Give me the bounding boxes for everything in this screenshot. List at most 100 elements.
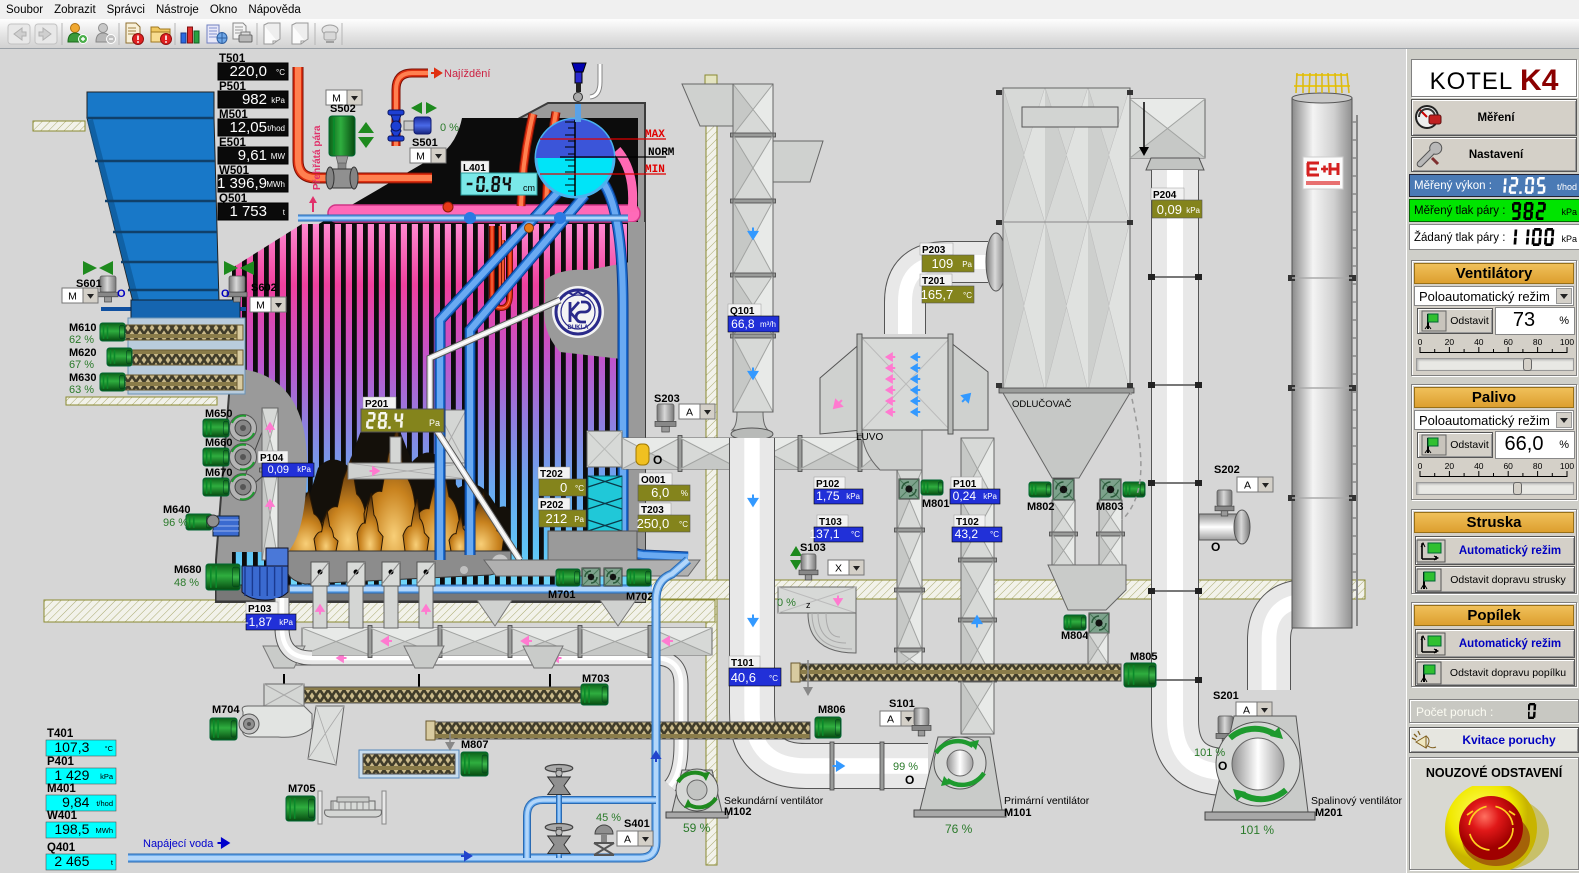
svg-text:T101: T101 <box>731 658 754 669</box>
svg-text:M701: M701 <box>548 589 576 601</box>
svg-text:43,2: 43,2 <box>955 527 979 541</box>
svg-text:A: A <box>624 834 631 846</box>
svg-text:M: M <box>256 300 265 312</box>
svg-text:A: A <box>1244 480 1251 492</box>
svg-text:M640: M640 <box>163 504 191 516</box>
svg-text:kPa: kPa <box>297 465 311 474</box>
svg-text:Přehřátá pára: Přehřátá pára <box>312 125 323 190</box>
svg-text:12,05: 12,05 <box>229 119 267 136</box>
svg-text:100: 100 <box>1560 461 1574 471</box>
svg-text:Pa: Pa <box>429 418 440 428</box>
svg-text:M804: M804 <box>1061 630 1089 642</box>
svg-text:M: M <box>68 291 77 303</box>
svg-text:O: O <box>653 453 662 467</box>
svg-text:Napájecí voda: Napájecí voda <box>143 838 214 850</box>
svg-text:kPa: kPa <box>279 618 293 627</box>
svg-text:198,5: 198,5 <box>54 821 89 837</box>
svg-text:M102: M102 <box>724 806 752 818</box>
svg-text:20: 20 <box>1445 337 1455 347</box>
svg-text:M803: M803 <box>1096 501 1124 513</box>
svg-text:48 %: 48 % <box>174 577 199 589</box>
svg-text:Najíždění: Najíždění <box>444 68 490 80</box>
svg-text:9,61: 9,61 <box>238 147 267 164</box>
svg-text:MWh: MWh <box>266 180 285 189</box>
svg-text:O: O <box>117 288 126 300</box>
svg-text:°C: °C <box>963 291 972 300</box>
svg-text:0,09: 0,09 <box>1157 202 1182 217</box>
svg-text:250,0: 250,0 <box>637 516 670 531</box>
svg-text:165,7: 165,7 <box>921 287 954 302</box>
svg-text:M630: M630 <box>69 372 97 384</box>
svg-text:LUVO: LUVO <box>856 432 883 443</box>
svg-text:A: A <box>1243 705 1250 717</box>
svg-text:MIN: MIN <box>645 164 665 176</box>
svg-text:0 %: 0 % <box>440 122 459 134</box>
svg-text:M806: M806 <box>818 704 846 716</box>
svg-text:0,24: 0,24 <box>953 489 977 503</box>
svg-text:220,0: 220,0 <box>229 63 267 80</box>
svg-text:P201: P201 <box>365 399 389 410</box>
svg-text:M703: M703 <box>582 673 610 685</box>
svg-text:0: 0 <box>1418 461 1423 471</box>
svg-text:1 429: 1 429 <box>54 767 89 783</box>
svg-text:137,1: 137,1 <box>809 527 839 541</box>
svg-text:101 %: 101 % <box>1240 823 1274 837</box>
svg-text:S501: S501 <box>412 137 438 149</box>
svg-text:MWh: MWh <box>96 826 114 835</box>
svg-text:0 %: 0 % <box>777 597 796 609</box>
svg-text:DUKLA: DUKLA <box>568 325 590 331</box>
svg-text:Q101: Q101 <box>730 306 755 317</box>
svg-text:O: O <box>905 773 914 787</box>
svg-text:O: O <box>1218 759 1227 773</box>
svg-text:T201: T201 <box>922 276 945 287</box>
svg-text:M705: M705 <box>288 783 316 795</box>
svg-text:P203: P203 <box>922 245 946 256</box>
svg-text:1 396,9: 1 396,9 <box>217 175 267 192</box>
svg-text:100: 100 <box>1560 337 1574 347</box>
svg-text:1,75: 1,75 <box>816 489 840 503</box>
svg-text:20: 20 <box>1445 461 1455 471</box>
svg-text:62 %: 62 % <box>69 334 94 346</box>
svg-text:z: z <box>806 600 811 610</box>
svg-text:M680: M680 <box>174 564 202 576</box>
svg-text:°C: °C <box>769 674 778 683</box>
svg-text:MAX: MAX <box>645 129 665 141</box>
svg-text:A: A <box>887 714 894 726</box>
svg-text:M610: M610 <box>69 322 97 334</box>
svg-text:P202: P202 <box>540 500 564 511</box>
svg-text:101 %: 101 % <box>1194 747 1225 759</box>
svg-text:S401: S401 <box>624 818 650 830</box>
svg-text:°C: °C <box>575 484 584 493</box>
svg-text:40: 40 <box>1474 337 1484 347</box>
svg-text:kPa: kPa <box>846 492 860 501</box>
svg-text:T203: T203 <box>641 505 664 516</box>
svg-text:MW: MW <box>271 152 286 161</box>
svg-text:2 465: 2 465 <box>54 853 89 869</box>
svg-text:40,6: 40,6 <box>731 670 756 685</box>
svg-text:M670: M670 <box>205 467 233 479</box>
svg-text:M620: M620 <box>69 347 97 359</box>
svg-text:63 %: 63 % <box>69 384 94 396</box>
svg-text:76 %: 76 % <box>945 822 973 836</box>
svg-text:M704: M704 <box>212 704 240 716</box>
svg-text:X: X <box>835 563 842 575</box>
svg-text:M660: M660 <box>205 437 233 449</box>
svg-text:O: O <box>221 288 230 300</box>
svg-text:M802: M802 <box>1027 501 1055 513</box>
svg-text:A: A <box>686 407 693 419</box>
svg-text:66,8: 66,8 <box>731 317 755 331</box>
svg-text:0: 0 <box>1418 337 1423 347</box>
svg-text:S101: S101 <box>889 698 915 710</box>
svg-text:M201: M201 <box>1315 807 1343 819</box>
svg-text:kPa: kPa <box>100 772 114 781</box>
svg-text:S202: S202 <box>1214 464 1240 476</box>
svg-text:M801: M801 <box>922 498 950 510</box>
svg-text:NORM: NORM <box>648 147 675 159</box>
svg-text:Primární ventilátor: Primární ventilátor <box>1004 795 1090 807</box>
svg-text:S602: S602 <box>251 282 277 294</box>
svg-text:m³/h: m³/h <box>760 320 776 329</box>
svg-text:0: 0 <box>560 480 567 495</box>
svg-text:S103: S103 <box>800 542 826 554</box>
svg-text:-1,87: -1,87 <box>245 615 273 629</box>
svg-text:M650: M650 <box>205 408 233 420</box>
